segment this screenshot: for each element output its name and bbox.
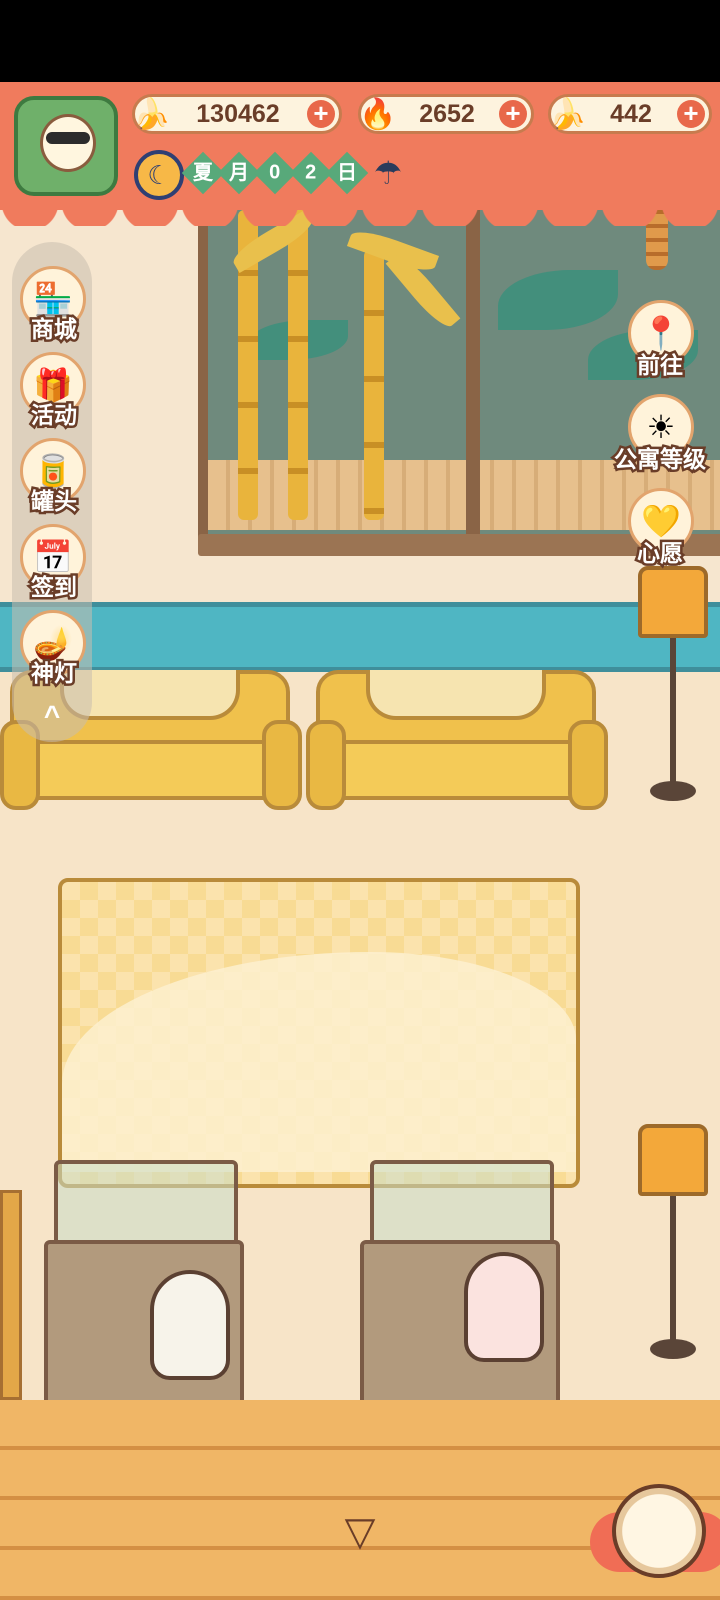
player-avatar[interactable] <box>14 96 118 196</box>
menu-label: 神灯 <box>29 658 80 689</box>
blue-flame-icon: 🔥 <box>359 97 397 131</box>
sofa[interactable] <box>306 670 608 820</box>
sofa-cushion <box>366 670 546 720</box>
sofa-arm <box>306 720 346 810</box>
add-banana-button[interactable]: + <box>307 100 335 128</box>
menu-checkin-button[interactable]: 📅 签到 <box>14 524 94 604</box>
sofa-seat <box>20 740 280 800</box>
currency-value: 2652 <box>419 100 475 128</box>
yarn-ball-icon[interactable] <box>612 1484 706 1578</box>
side-cabinet[interactable] <box>0 1190 22 1400</box>
goto-button[interactable]: 📍 前往 <box>610 300 710 390</box>
avatar-glasses <box>46 132 90 144</box>
floor-lamp[interactable] <box>628 1124 718 1364</box>
character-body <box>464 1252 544 1362</box>
menu-label: 活动 <box>29 400 80 431</box>
bamboo-stalk <box>288 210 308 520</box>
menu-lamp-button[interactable]: 🪔 神灯 <box>14 610 94 690</box>
character-body <box>150 1270 230 1380</box>
wall-stripe <box>0 602 720 672</box>
day-night-clock-icon[interactable]: ☾ <box>134 150 184 200</box>
currency-flame: 🔥 2652 + <box>358 94 534 134</box>
menu-cans-button[interactable]: 🥫 罐头 <box>14 438 94 518</box>
wish-button[interactable]: 💛 心愿 <box>610 488 710 578</box>
rain-cloud-icon[interactable]: ☂ <box>364 150 412 196</box>
currency-blue-banana: 🍌 442 + <box>548 94 712 134</box>
add-blue-banana-button[interactable]: + <box>677 100 705 128</box>
sofa-seat <box>326 740 586 800</box>
currency-value: 442 <box>610 100 652 128</box>
status-bar <box>0 0 720 82</box>
lamp-pole <box>670 1196 676 1346</box>
sofa-arm <box>262 720 302 810</box>
lamp-shade <box>638 1124 708 1196</box>
menu-shop-button[interactable]: 🏪 商城 <box>14 266 94 346</box>
menu-label: 罐头 <box>29 486 80 517</box>
menu-events-button[interactable]: 🎁 活动 <box>14 352 94 432</box>
apartment-level-button[interactable]: ☀ 公寓等级 <box>610 394 710 484</box>
collapse-menu-button[interactable]: ^ <box>32 700 72 731</box>
menu-label: 签到 <box>29 572 80 603</box>
wave-rug[interactable] <box>58 878 580 1188</box>
eagle-character[interactable] <box>140 1250 240 1400</box>
ice-cream-character[interactable] <box>454 1232 554 1382</box>
menu-label: 心愿 <box>635 538 686 569</box>
blue-banana-icon: 🍌 <box>549 97 587 131</box>
lamp-pole <box>670 638 676 788</box>
bamboo-stalk <box>364 250 384 520</box>
game-screen: 🍌 130462 + 🔥 2652 + 🍌 442 + ☾ 夏 月 0 2 日 … <box>0 0 720 1600</box>
currency-value: 130462 <box>196 100 280 128</box>
menu-label: 商城 <box>29 314 80 345</box>
game-date: 夏 月 0 2 日 <box>181 151 369 195</box>
sofa-arm <box>568 720 608 810</box>
menu-label: 前往 <box>635 350 686 381</box>
date-char: 日 <box>325 151 369 195</box>
window-mullion <box>466 210 480 540</box>
plant-leaf <box>498 270 618 330</box>
lamp-base <box>650 1339 696 1359</box>
currency-banana: 🍌 130462 + <box>132 94 342 134</box>
floor-lamp[interactable] <box>628 566 718 806</box>
lamp-base <box>650 781 696 801</box>
add-flame-button[interactable]: + <box>499 100 527 128</box>
banana-icon: 🍌 <box>133 97 171 131</box>
menu-label: 公寓等级 <box>612 444 709 475</box>
scroll-down-button[interactable]: ▽ <box>332 1512 388 1552</box>
